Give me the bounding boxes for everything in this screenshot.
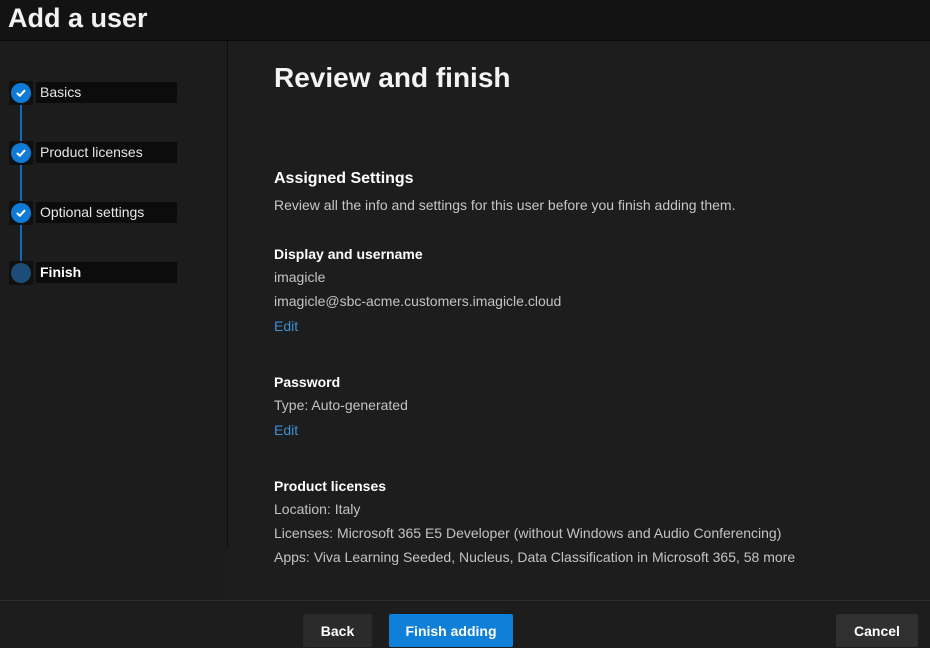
- edit-password-link[interactable]: Edit: [274, 422, 298, 438]
- step-item-finish[interactable]: Finish: [0, 261, 227, 285]
- step-item-basics[interactable]: Basics: [0, 81, 227, 105]
- step-item-product-licenses[interactable]: Product licenses: [0, 141, 227, 165]
- step-item-optional-settings[interactable]: Optional settings: [0, 201, 227, 225]
- username-value: imagicle@sbc-acme.customers.imagicle.clo…: [274, 292, 910, 310]
- edit-display-username-link[interactable]: Edit: [274, 318, 298, 334]
- licenses-value: Licenses: Microsoft 365 E5 Developer (wi…: [274, 524, 910, 542]
- wizard-steps-sidebar: Basics Product licenses Optional setting…: [0, 41, 227, 600]
- group-password: Password Type: Auto-generated Edit: [274, 374, 910, 440]
- assigned-settings-heading: Assigned Settings: [274, 170, 910, 188]
- group-display-and-username: Display and username imagicle imagicle@s…: [274, 246, 910, 336]
- cancel-button[interactable]: Cancel: [836, 614, 918, 647]
- step-completed-icon: [9, 81, 33, 105]
- group-heading: Display and username: [274, 246, 910, 262]
- wizard-header: Add a user: [0, 0, 930, 41]
- wizard-footer: Back Finish adding Cancel: [0, 600, 930, 648]
- page-title: Add a user: [8, 3, 148, 34]
- review-panel: Review and finish Assigned Settings Revi…: [228, 41, 930, 600]
- group-heading: Password: [274, 374, 910, 390]
- step-current-icon: [9, 261, 33, 285]
- step-completed-icon: [9, 201, 33, 225]
- step-label: Optional settings: [36, 202, 177, 223]
- step-label: Basics: [36, 82, 177, 103]
- step-label: Product licenses: [36, 142, 177, 163]
- password-type-value: Type: Auto-generated: [274, 396, 910, 414]
- group-product-licenses: Product licenses Location: Italy License…: [274, 478, 910, 566]
- display-name-value: imagicle: [274, 268, 910, 286]
- step-label: Finish: [36, 262, 177, 283]
- finish-adding-button[interactable]: Finish adding: [389, 614, 513, 647]
- step-connector-line: [20, 93, 22, 273]
- group-heading: Product licenses: [274, 478, 910, 494]
- review-title: Review and finish: [274, 62, 910, 94]
- location-value: Location: Italy: [274, 500, 910, 518]
- assigned-settings-description: Review all the info and settings for thi…: [274, 197, 910, 213]
- step-completed-icon: [9, 141, 33, 165]
- back-button[interactable]: Back: [303, 614, 372, 647]
- apps-value: Apps: Viva Learning Seeded, Nucleus, Dat…: [274, 548, 910, 566]
